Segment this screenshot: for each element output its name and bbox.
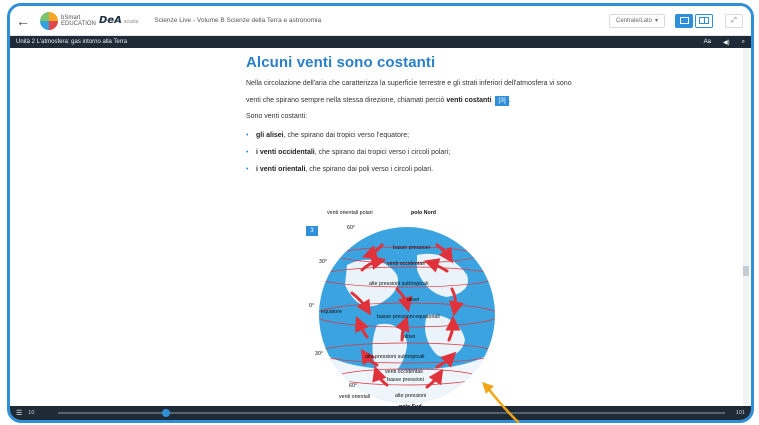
current-page-number: 10: [28, 410, 35, 416]
label-equator: equatore: [321, 309, 342, 315]
label-lat-60n: 60°: [347, 225, 355, 231]
speaker-icon[interactable]: ◀): [723, 39, 730, 46]
list-item: i venti orientali, che spirano dai poli …: [246, 161, 576, 178]
intro-text: Nella circolazione dell'aria che caratte…: [246, 80, 572, 104]
app-window: ← bSmart EDUCATION DeA scuola Scienze Liv…: [7, 3, 754, 423]
expand-icon: ⤢: [731, 16, 737, 24]
wind-list: gli alisei, che spirano dai tropici vers…: [246, 127, 576, 178]
bsmart-logo-mark: [40, 11, 58, 30]
list-item-term: gli alisei: [256, 132, 284, 139]
label-high-pressure-pole: alte pressioni: [395, 393, 426, 399]
list-intro: Sono venti costanti:: [246, 113, 308, 120]
article: Alcuni venti sono costanti Nella circola…: [246, 54, 576, 178]
page-layout-toggle: [675, 13, 713, 28]
label-westerlies-bottom: venti occidentali: [385, 369, 423, 375]
back-button[interactable]: ←: [10, 13, 36, 29]
arrow-left-icon: ←: [16, 12, 30, 29]
page-slider-handle[interactable]: [162, 409, 170, 417]
label-lat-0: 0°: [309, 303, 314, 309]
figure-reference-link[interactable]: [3]: [495, 96, 509, 106]
list-item-term: i venti orientali: [256, 166, 306, 173]
reader-page: Alcuni venti sono costanti Nella circola…: [10, 48, 751, 410]
section-heading: Alcuni venti sono costanti: [246, 54, 436, 71]
label-trade-winds-south: alisei: [403, 334, 415, 340]
bsmart-logo-subtext: EDUCATION: [61, 20, 96, 27]
label-lat-30s: 30°: [315, 351, 323, 357]
list-item-text: , che spirano dai poli verso i circoli p…: [305, 166, 434, 173]
vertical-scrollbar[interactable]: [743, 48, 749, 406]
label-trade-winds-north: alisei: [407, 297, 419, 303]
label-north-pole: polo Nord: [411, 210, 436, 216]
reader-tools: Aa ◀) ⌕: [704, 39, 745, 46]
label-polar-easterlies: venti orientali polari: [327, 210, 373, 216]
book-title: Scienze Live - Volume B Scienze della Te…: [154, 17, 322, 24]
label-high-pressure-north: alte pressioni subtropicali: [369, 281, 428, 287]
page-slider-track[interactable]: [58, 412, 725, 414]
dea-scuola-logo: DeA scuola: [99, 15, 138, 26]
dea-logo-text: DeA: [99, 15, 122, 26]
label-lat-30n: 30°: [319, 259, 327, 265]
bsmart-logo: bSmart EDUCATION: [40, 11, 96, 30]
intro-bold-term: venti costanti: [446, 97, 492, 104]
list-item-text: , che spirano dai tropici verso i circol…: [314, 149, 451, 156]
single-page-button[interactable]: [675, 13, 693, 28]
list-item-term: i venti occidentali: [256, 149, 315, 156]
double-page-icon: [699, 17, 709, 24]
fullscreen-button[interactable]: ⤢: [725, 13, 743, 28]
view-mode-value: Centrale/Lato: [616, 17, 653, 24]
list-item-text: , che spirano dai tropici verso l'equato…: [283, 132, 410, 139]
list-icon[interactable]: ☰: [16, 409, 22, 417]
chapter-bar: Unità 2 L'atmosfera: gas intorno alla Te…: [10, 36, 751, 48]
scrollbar-thumb[interactable]: [743, 266, 749, 276]
view-mode-select[interactable]: Centrale/Lato ▾: [609, 13, 665, 28]
text-size-button[interactable]: Aa: [704, 39, 711, 46]
page-navigation-bar: ☰ 10 101: [10, 406, 751, 420]
intro-paragraph: Nella circolazione dell'aria che caratte…: [246, 80, 572, 106]
label-low-pressure-equator: basse pressioni equatoriali: [377, 314, 440, 320]
double-page-button[interactable]: [695, 13, 713, 28]
annotation-arrow-icon: [482, 382, 520, 424]
last-page-number: 101: [735, 410, 745, 416]
search-icon[interactable]: ⌕: [742, 39, 745, 46]
list-item: i venti occidentali, che spirano dai tro…: [246, 144, 576, 161]
label-lat-60s: 60°: [349, 383, 357, 389]
scuola-logo-text: scuola: [123, 19, 139, 25]
top-app-bar: ← bSmart EDUCATION DeA scuola Scienze Liv…: [10, 6, 751, 36]
chevron-down-icon: ▾: [654, 18, 658, 24]
single-page-icon: [679, 17, 689, 24]
list-item: gli alisei, che spirano dai tropici vers…: [246, 127, 576, 144]
chapter-title[interactable]: Unità 2 L'atmosfera: gas intorno alla Te…: [16, 39, 127, 45]
label-high-pressure-south: alte pressioni subtropicali: [365, 354, 424, 360]
label-low-pressure-bottom: basse pressioni: [387, 377, 424, 383]
label-low-pressure-top: basse pressioni: [393, 245, 430, 251]
label-easterlies-bottom: venti orientali: [339, 394, 370, 400]
label-westerlies-top: venti occidentali: [387, 261, 425, 267]
